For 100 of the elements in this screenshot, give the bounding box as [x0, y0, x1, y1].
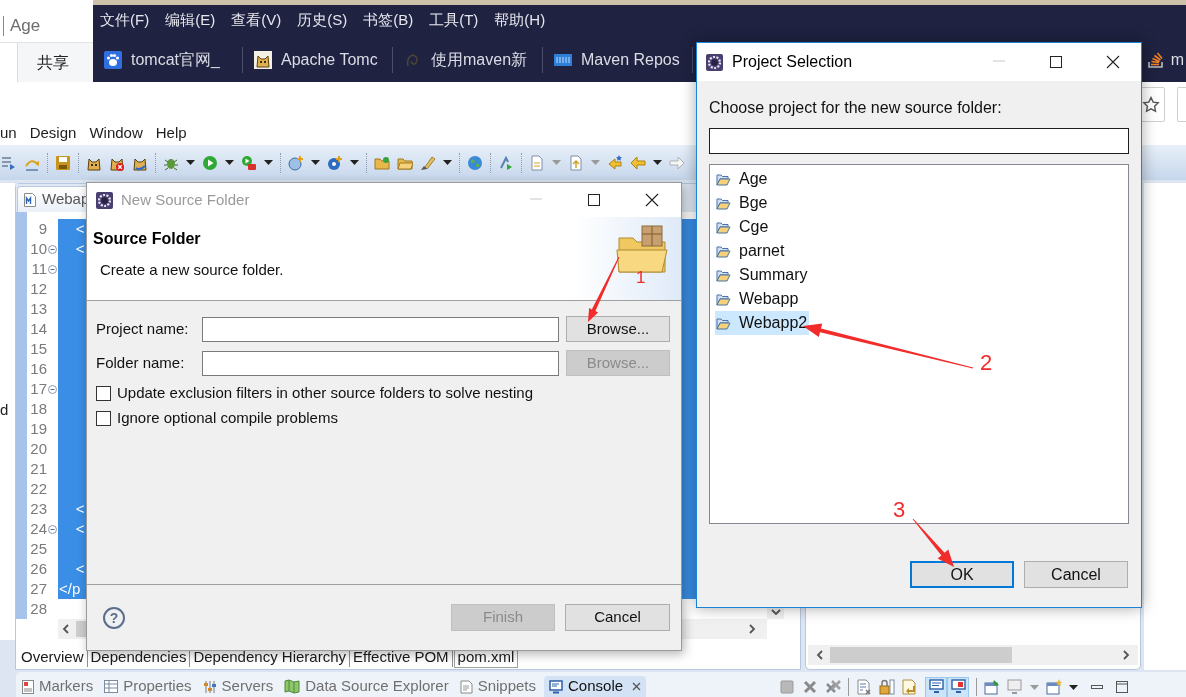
close-icon[interactable] [1105, 55, 1120, 69]
ball-plus-icon[interactable] [327, 154, 343, 171]
globe-icon[interactable] [467, 154, 483, 171]
menu-item[interactable]: 文件(F) [100, 9, 150, 30]
list-marker-icon [22, 679, 34, 694]
list-arrow-icon[interactable] [1, 154, 17, 171]
gear-icon [96, 191, 113, 209]
annotation-number: 1 [636, 269, 646, 286]
bookmark-link[interactable]: m [1170, 48, 1184, 72]
folder-icon [716, 316, 731, 330]
view-tab[interactable]: Markers [19, 676, 97, 697]
close-icon[interactable] [645, 193, 659, 207]
collapse-icon[interactable] [48, 264, 57, 274]
caret-icon[interactable] [653, 160, 662, 165]
line-number: 27 [29, 579, 47, 599]
checkbox[interactable] [96, 410, 111, 426]
menu-item[interactable]: Design [29, 122, 77, 143]
line-number: 21 [29, 459, 47, 479]
input-field[interactable] [202, 350, 559, 376]
double-cross-icon[interactable] [825, 679, 841, 695]
star-icon [1141, 96, 1160, 113]
dialog-button[interactable]: Cancel [1024, 561, 1128, 588]
view-tab[interactable]: Servers [199, 676, 277, 697]
chevron-right-icon[interactable] [1122, 650, 1130, 660]
minimize-icon[interactable] [1091, 684, 1103, 690]
bookmark-link[interactable]: Maven Repos [581, 48, 680, 72]
line-play-icon[interactable] [498, 154, 514, 171]
caret-icon[interactable] [264, 160, 273, 165]
play-icon[interactable] [202, 154, 218, 171]
menu-item[interactable]: 书签(B) [363, 9, 414, 30]
project-item[interactable]: Webapp [715, 287, 801, 311]
chevron-left-icon[interactable] [816, 650, 824, 660]
project-item[interactable]: Age [715, 167, 770, 191]
document-return-icon[interactable] [902, 679, 918, 695]
window-title: Project Selection [732, 52, 853, 72]
caret-icon[interactable] [311, 160, 320, 165]
input-field[interactable] [202, 316, 559, 342]
save-icon[interactable] [55, 154, 71, 171]
menu-item[interactable]: 编辑(E) [165, 9, 216, 30]
view-tab[interactable]: Console [544, 676, 647, 697]
view-tab[interactable]: Snippets [456, 676, 539, 697]
line-number: 11 [30, 259, 47, 279]
project-item[interactable]: Webapp2 [715, 311, 810, 335]
maximize-icon[interactable] [1116, 681, 1128, 693]
dialog-button[interactable]: Cancel [565, 604, 670, 631]
checkbox-label: Ignore optional compile problems [117, 407, 338, 428]
striped-tile-icon [554, 51, 572, 69]
field-label: Folder name: [96, 352, 186, 373]
annotation-number: 3 [893, 499, 906, 521]
browse-button[interactable]: Browse... [566, 316, 670, 342]
project-item[interactable]: Bge [715, 191, 770, 215]
stack-icon [1146, 51, 1165, 69]
caret-icon[interactable] [350, 160, 359, 165]
view-tab[interactable]: Properties [101, 676, 195, 697]
menu-item[interactable]: Help [155, 122, 187, 143]
document-x-icon[interactable] [856, 679, 872, 695]
back-star-icon[interactable] [607, 154, 623, 171]
menu-item[interactable]: 工具(T) [429, 9, 479, 30]
line-number: 17 [29, 379, 47, 399]
chevron-right-icon[interactable] [748, 624, 756, 634]
checkbox-label: Update exclusion filters in other source folders to solve nesting [117, 382, 534, 403]
globe-plus-icon[interactable] [288, 154, 304, 171]
menu-item[interactable]: un [0, 122, 17, 143]
run-toolbox-icon[interactable] [241, 154, 257, 171]
caret-icon[interactable] [186, 160, 195, 165]
bookmark-link[interactable]: Apache Tomc [281, 48, 378, 72]
folder-icon [716, 268, 731, 282]
project-item[interactable]: Summary [715, 263, 810, 287]
chevron-down-icon[interactable] [770, 609, 781, 615]
maximize-icon[interactable] [1048, 55, 1063, 69]
maximize-icon[interactable] [587, 193, 601, 207]
caret-icon[interactable] [225, 160, 234, 165]
line-number: 13 [29, 299, 47, 319]
folder-icon [716, 292, 731, 306]
collapse-icon[interactable] [48, 244, 57, 254]
cross-icon[interactable] [802, 679, 818, 695]
menu-item[interactable]: 查看(V) [231, 9, 282, 30]
dialog-button[interactable]: OK [910, 561, 1014, 588]
scrollbar-thumb[interactable] [830, 647, 1012, 663]
menu-item[interactable]: 帮助(H) [494, 9, 546, 30]
folder-dot-icon[interactable] [374, 154, 390, 171]
line-number: 24 [29, 519, 47, 539]
menu-item[interactable]: Window [89, 122, 143, 143]
lock-icon[interactable] [879, 679, 895, 695]
view-tab[interactable]: Data Source Explorer [281, 676, 452, 697]
menu-item[interactable]: 历史(S) [297, 9, 348, 30]
monitor-icon [549, 679, 563, 694]
collapse-icon[interactable] [48, 524, 57, 534]
help-button[interactable]: ? [103, 606, 125, 629]
bookmark-link[interactable]: 使用maven新 [431, 48, 528, 72]
filter-field[interactable] [709, 128, 1129, 154]
collapse-icon[interactable] [48, 384, 57, 394]
brush-icon[interactable] [420, 154, 436, 171]
checkbox[interactable] [96, 385, 111, 401]
caret-icon[interactable] [1069, 684, 1078, 690]
caret-icon[interactable] [443, 160, 452, 165]
chevron-left-icon[interactable] [62, 624, 70, 634]
window-pin-icon[interactable] [984, 679, 1000, 695]
back-arrow-icon[interactable] [630, 154, 646, 171]
bookmark-link[interactable]: tomcat官网_ [131, 48, 220, 72]
